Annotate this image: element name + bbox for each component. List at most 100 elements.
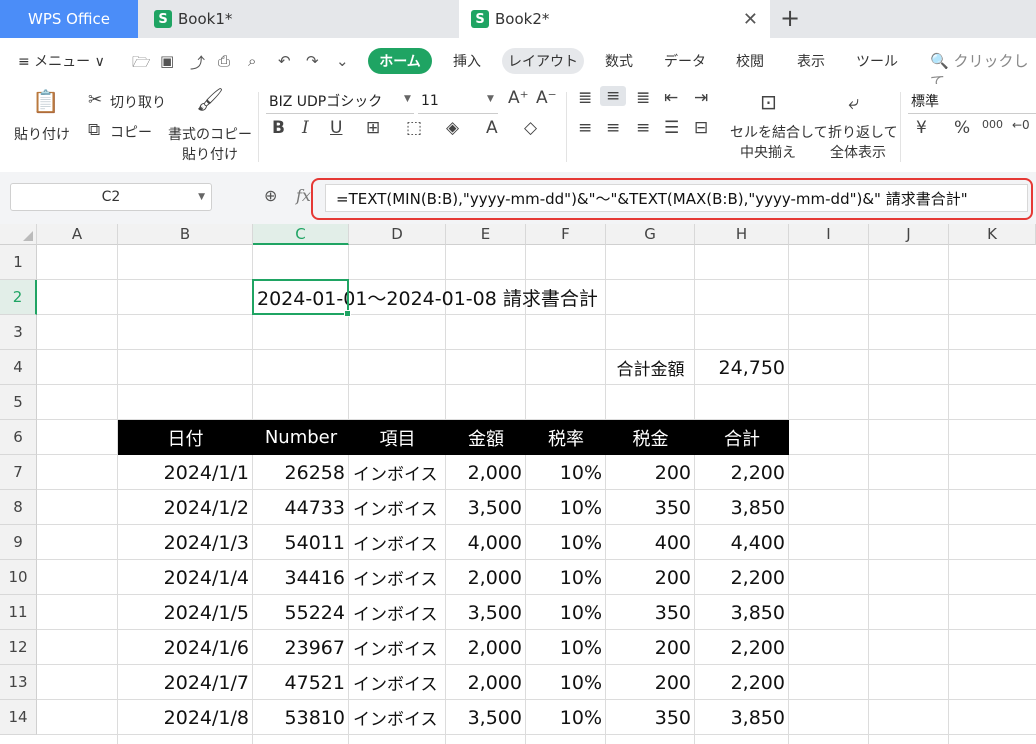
table-cell[interactable]: 2,000 [446,630,526,665]
table-cell[interactable]: 44733 [253,490,349,525]
font-name-select[interactable]: BIZ UDPゴシック [266,88,414,114]
row-header-5[interactable]: 5 [0,385,37,420]
table-cell[interactable]: 350 [606,700,695,735]
table-cell[interactable]: 2,000 [446,455,526,490]
table-cell[interactable]: インボイス [349,455,446,490]
number-format-select[interactable]: 標準 [908,88,1036,114]
table-cell[interactable]: 200 [606,455,695,490]
table-cell[interactable]: 2,200 [695,630,789,665]
table-cell[interactable]: 3,850 [695,490,789,525]
row-header-10[interactable]: 10 [0,560,37,595]
add-tab-icon[interactable]: + [780,4,800,32]
row-header-2[interactable]: 2 [0,280,37,315]
table-cell[interactable]: 200 [606,560,695,595]
name-box[interactable]: C2 ▼ [10,183,212,211]
table-header-cell[interactable]: 税率 [526,420,606,455]
row-header-3[interactable]: 3 [0,315,37,350]
cell-g4-total-label[interactable]: 合計金額 [606,350,695,385]
percent-icon[interactable]: % [954,118,970,138]
table-header-cell[interactable]: 税金 [606,420,695,455]
tab-tools[interactable]: ツール [850,48,904,74]
active-cell-selection[interactable] [252,279,351,317]
tab-insert[interactable]: 挿入 [446,48,488,74]
column-header-j[interactable]: J [869,224,949,245]
table-cell[interactable]: 10% [526,665,606,700]
table-cell[interactable]: 350 [606,595,695,630]
redo-icon[interactable]: ↷ [306,52,319,70]
row-header-7[interactable]: 7 [0,455,37,490]
table-cell[interactable]: 2,200 [695,665,789,700]
formula-input[interactable]: =TEXT(MIN(B:B),"yyyy-mm-dd")&"～"&TEXT(MA… [325,184,1028,212]
bold-icon[interactable]: B [272,118,285,138]
table-cell[interactable]: 10% [526,700,606,735]
fill-color-icon[interactable]: ◈ [446,118,459,138]
table-cell[interactable]: 54011 [253,525,349,560]
column-header-d[interactable]: D [349,224,446,245]
table-cell[interactable]: 200 [606,665,695,700]
table-cell[interactable]: インボイス [349,630,446,665]
format-painter-label-2[interactable]: 貼り付け [182,144,238,164]
table-cell[interactable]: 2024/1/5 [118,595,253,630]
table-header-cell[interactable]: 金額 [446,420,526,455]
main-menu-button[interactable]: ≡ メニュー ∨ [18,51,105,71]
increase-decimal-icon[interactable]: ←0 [1012,118,1030,132]
open-folder-icon[interactable]: 🗁 [132,52,151,77]
table-header-cell[interactable]: 合計 [695,420,789,455]
tab-wps-office[interactable]: WPS Office [0,0,138,38]
align-bottom-icon[interactable]: ≣ [636,88,650,108]
table-header-cell[interactable]: 日付 [118,420,253,455]
table-header-cell[interactable]: Number [253,420,349,455]
distribute-icon[interactable]: ⊟ [694,118,708,138]
font-shrink-icon[interactable]: A⁻ [536,88,557,108]
table-cell[interactable]: インボイス [349,560,446,595]
table-cell[interactable]: 2,200 [695,560,789,595]
chevron-down-icon[interactable]: ▼ [487,94,494,104]
align-middle-icon[interactable]: ≡ [600,86,627,106]
chevron-down-icon[interactable]: ▼ [404,94,411,104]
format-painter-icon[interactable]: 🖌 [196,88,224,113]
table-cell[interactable]: 53810 [253,700,349,735]
column-header-c[interactable]: C [253,224,349,245]
table-cell[interactable]: 23967 [253,630,349,665]
table-cell[interactable]: 400 [606,525,695,560]
row-header-9[interactable]: 9 [0,525,37,560]
indent-increase-icon[interactable]: ⇥ [694,88,708,108]
column-header-k[interactable]: K [949,224,1036,245]
merge-center-label-1[interactable]: セルを結合して [730,122,828,142]
paste-icon[interactable]: 📋 [32,90,59,115]
align-left-icon[interactable]: ≡ [578,118,592,138]
table-cell[interactable]: 4,400 [695,525,789,560]
table-cell[interactable]: 26258 [253,455,349,490]
row-header-14[interactable]: 14 [0,700,37,735]
justify-icon[interactable]: ☰ [664,118,679,138]
underline-icon[interactable]: U [330,118,342,138]
copy-icon[interactable]: ⧉ [88,120,100,140]
currency-icon[interactable]: ¥ [916,118,927,138]
column-header-h[interactable]: H [695,224,789,245]
table-header-cell[interactable]: 項目 [349,420,446,455]
column-header-i[interactable]: I [789,224,869,245]
font-color-icon[interactable]: A [486,118,498,138]
table-cell[interactable]: 3,500 [446,700,526,735]
scissors-icon[interactable]: ✂ [88,90,102,110]
wrap-text-icon[interactable]: ⤶ [848,90,859,114]
table-cell[interactable]: インボイス [349,665,446,700]
tab-formulas[interactable]: 数式 [598,48,640,74]
column-header-g[interactable]: G [606,224,695,245]
save-icon[interactable]: ▣ [160,52,174,70]
table-cell[interactable]: 350 [606,490,695,525]
table-cell[interactable]: 2,200 [695,455,789,490]
paste-button[interactable]: 貼り付け [14,124,70,144]
table-cell[interactable]: 55224 [253,595,349,630]
table-cell[interactable]: 4,000 [446,525,526,560]
row-header-8[interactable]: 8 [0,490,37,525]
font-grow-icon[interactable]: A⁺ [508,88,529,108]
zoom-icon[interactable]: ⊕ [264,186,277,205]
close-icon[interactable]: ✕ [743,9,758,30]
table-cell[interactable]: 3,850 [695,595,789,630]
print-preview-icon[interactable]: ⌕ [248,52,256,70]
border-icon[interactable]: ⊞ [366,118,380,138]
table-cell[interactable]: 2024/1/8 [118,700,253,735]
tab-view[interactable]: 表示 [790,48,832,74]
tab-book2[interactable]: S Book2* ✕ [459,0,770,38]
